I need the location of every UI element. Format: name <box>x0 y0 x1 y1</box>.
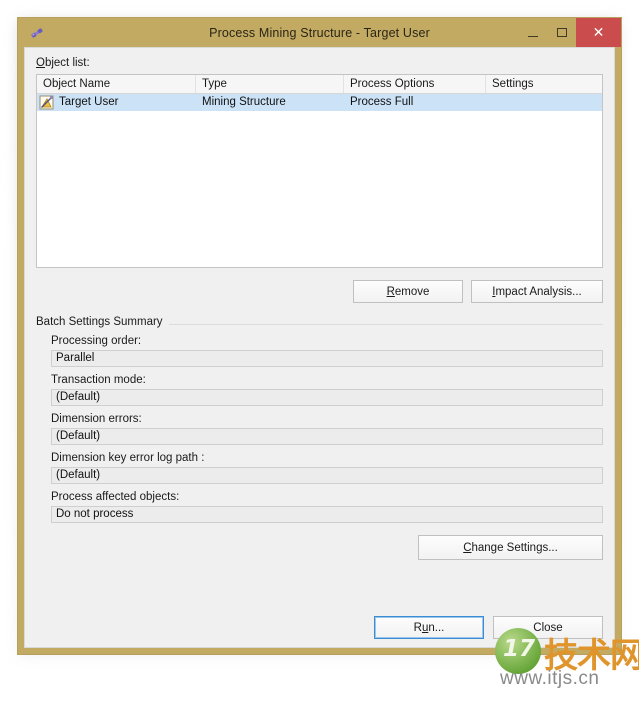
dialog-footer-buttons: Run... Close <box>36 616 603 639</box>
cell-object-name: Target User <box>37 94 196 111</box>
remove-button-label: Remove <box>386 285 430 298</box>
process-affected-objects-label: Process affected objects: <box>51 491 180 503</box>
batch-settings-summary-group: Batch Settings Summary Processing order:… <box>36 316 603 597</box>
column-header-type[interactable]: Type <box>196 75 344 93</box>
transaction-mode-value: (Default) <box>51 389 603 406</box>
close-icon: ✕ <box>592 24 605 41</box>
column-header-settings[interactable]: Settings <box>486 75 592 93</box>
table-row[interactable]: Target User Mining Structure Process Ful… <box>37 94 602 111</box>
minimize-icon <box>527 35 538 37</box>
column-header-object-name[interactable]: Object Name <box>37 75 196 93</box>
group-title: Batch Settings Summary <box>36 316 169 328</box>
remove-button[interactable]: Remove <box>353 280 463 303</box>
group-body: Processing order: Parallel Transaction m… <box>36 317 603 560</box>
list-header-row: Object Name Type Process Options Setting… <box>37 75 602 94</box>
dialog-window: Process Mining Structure - Target User ✕… <box>17 17 622 655</box>
maximize-icon <box>556 28 567 37</box>
object-list-view[interactable]: Object Name Type Process Options Setting… <box>36 74 603 268</box>
mining-structure-item-icon <box>39 95 54 110</box>
dimension-errors-label: Dimension errors: <box>51 413 142 425</box>
dimension-key-error-log-path-label: Dimension key error log path : <box>51 452 205 464</box>
object-list-label-accel: O <box>36 57 45 69</box>
watermark-url: www.itjs.cn <box>500 668 600 689</box>
close-button-label: Close <box>533 621 563 634</box>
column-header-process-options[interactable]: Process Options <box>344 75 486 93</box>
list-action-buttons: Remove Impact Analysis... <box>36 280 603 303</box>
maximize-button[interactable] <box>547 18 576 47</box>
cell-process-options: Process Full <box>350 96 414 108</box>
dialog-client-area: Object list: Object Name Type Process Op… <box>24 47 615 648</box>
run-button-label: Run... <box>413 621 445 634</box>
impact-analysis-button-label: Impact Analysis... <box>492 285 582 298</box>
change-settings-button[interactable]: Change Settings... <box>418 535 603 560</box>
dimension-errors-value: (Default) <box>51 428 603 445</box>
run-button[interactable]: Run... <box>374 616 484 639</box>
close-button[interactable]: Close <box>493 616 603 639</box>
close-window-button[interactable]: ✕ <box>576 18 621 47</box>
screen: Process Mining Structure - Target User ✕… <box>0 0 639 703</box>
cell-object-name-text: Target User <box>59 96 119 108</box>
processing-order-label: Processing order: <box>51 335 142 347</box>
window-controls: ✕ <box>518 18 621 47</box>
title-bar[interactable]: Process Mining Structure - Target User ✕ <box>18 18 621 47</box>
processing-order-value: Parallel <box>51 350 603 367</box>
mining-structure-icon <box>28 24 46 42</box>
object-list-label-rest: bject list: <box>44 57 90 69</box>
change-settings-button-label: Change Settings... <box>463 541 558 554</box>
minimize-button[interactable] <box>518 18 547 47</box>
transaction-mode-label: Transaction mode: <box>51 374 146 386</box>
impact-analysis-button[interactable]: Impact Analysis... <box>471 280 603 303</box>
change-settings-row: Change Settings... <box>51 535 603 560</box>
object-list-label: Object list: <box>36 57 603 69</box>
cell-type: Mining Structure <box>202 96 286 108</box>
process-affected-objects-value: Do not process <box>51 506 603 523</box>
dimension-key-error-log-path-value: (Default) <box>51 467 603 484</box>
